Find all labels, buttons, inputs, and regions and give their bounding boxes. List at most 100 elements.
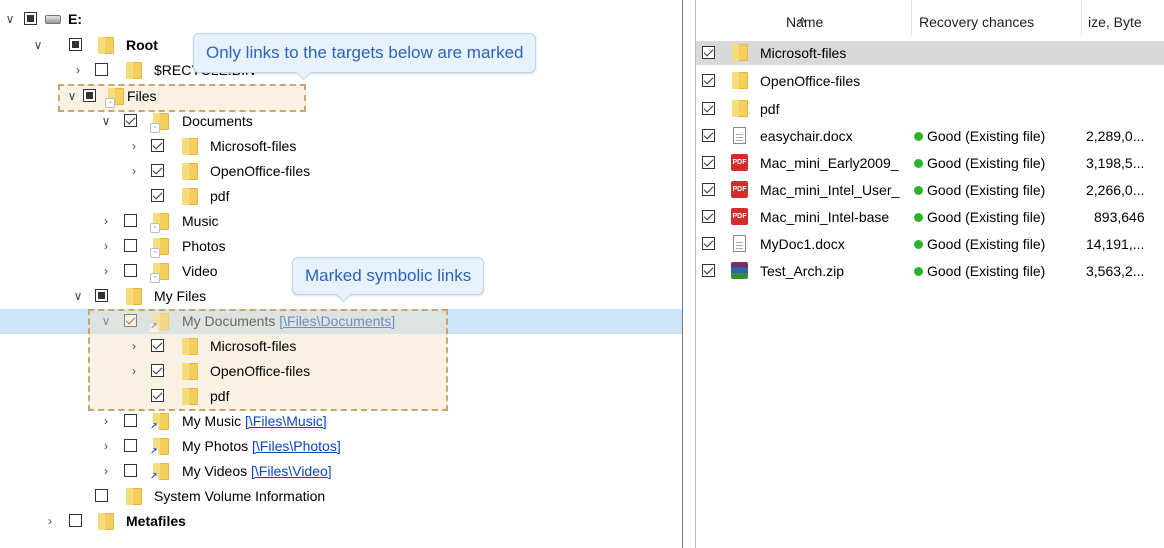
row-checkbox[interactable] — [702, 210, 715, 223]
collapse-chevron-icon[interactable]: ∨ — [72, 290, 84, 302]
expand-chevron-icon[interactable]: › — [100, 215, 112, 227]
tree-node-system-volume[interactable]: System Volume Information — [0, 484, 682, 509]
recovery-text: Good (Existing file) — [927, 209, 1046, 225]
tree-checkbox[interactable] — [95, 63, 108, 76]
tree-node-label: Microsoft-files — [210, 138, 297, 154]
tree-node-openoffice-files-link[interactable]: › OpenOffice-files — [0, 359, 682, 384]
tree-checkbox[interactable] — [151, 189, 164, 202]
tree-checkbox[interactable] — [124, 464, 137, 477]
file-size: 893,646 — [1094, 209, 1145, 225]
tree-node-photos[interactable]: › ◦ Photos — [0, 234, 682, 259]
file-row-folder[interactable]: pdf — [696, 97, 1164, 121]
tree-node-label: My Music [\Files\Music] — [182, 413, 327, 429]
symlink-target-link[interactable]: [\Files\Video] — [251, 463, 332, 479]
tree-node-label: My Files — [154, 288, 207, 304]
tree-node-openoffice-files[interactable]: › OpenOffice-files — [0, 159, 682, 184]
folder-icon — [126, 288, 142, 305]
row-checkbox[interactable] — [702, 46, 715, 59]
file-row-folder[interactable]: Microsoft-files — [696, 41, 1164, 65]
expand-chevron-icon[interactable]: › — [128, 140, 140, 152]
tree-node-my-music[interactable]: › My Music [\Files\Music] — [0, 409, 682, 434]
expand-chevron-icon[interactable]: › — [44, 515, 56, 527]
tree-node-microsoft-files[interactable]: › Microsoft-files — [0, 134, 682, 159]
tree-node-microsoft-files-link[interactable]: › Microsoft-files — [0, 334, 682, 359]
tree-node-files[interactable]: ∨ ◦ Files — [0, 84, 682, 109]
expand-chevron-icon[interactable]: › — [100, 465, 112, 477]
tree-node-pdf[interactable]: pdf — [0, 184, 682, 209]
file-row-folder[interactable]: OpenOffice-files — [696, 69, 1164, 93]
recovery-status: Good (Existing file) — [914, 128, 1080, 144]
tree-checkbox[interactable] — [95, 489, 108, 502]
column-header-size[interactable]: ize, Byte — [1082, 0, 1164, 36]
tree-checkbox[interactable] — [124, 439, 137, 452]
tree-node-label: Photos — [182, 238, 226, 254]
collapse-chevron-icon[interactable]: ∨ — [100, 115, 112, 127]
file-row[interactable]: Test_Arch.zip Good (Existing file) 3,563… — [696, 259, 1164, 283]
tree-node-label: E: — [68, 11, 82, 27]
tree-checkbox[interactable] — [151, 139, 164, 152]
folder-icon — [732, 72, 748, 89]
tree-checkbox[interactable] — [124, 114, 137, 127]
recovery-status: Good (Existing file) — [914, 182, 1080, 198]
row-checkbox[interactable] — [702, 183, 715, 196]
expand-chevron-icon[interactable]: › — [100, 415, 112, 427]
tree-checkbox[interactable] — [124, 414, 137, 427]
row-checkbox[interactable] — [702, 102, 715, 115]
tree-checkbox[interactable] — [151, 389, 164, 402]
tree-node-my-photos[interactable]: › My Photos [\Files\Photos] — [0, 434, 682, 459]
status-good-icon — [914, 186, 923, 195]
file-row[interactable]: easychair.docx Good (Existing file) 2,28… — [696, 124, 1164, 148]
column-header-name[interactable]: ^ Name — [696, 0, 912, 36]
file-name: Microsoft-files — [760, 45, 847, 61]
pane-splitter[interactable] — [682, 0, 696, 548]
column-header-recovery[interactable]: Recovery chances — [912, 0, 1082, 36]
file-row[interactable]: PDF Mac_mini_Intel_User_ Good (Existing … — [696, 178, 1164, 202]
row-checkbox[interactable] — [702, 264, 715, 277]
file-row[interactable]: MyDoc1.docx Good (Existing file) 14,191,… — [696, 232, 1164, 256]
file-name: Mac_mini_Intel-base — [760, 209, 890, 225]
tree-checkbox[interactable] — [151, 364, 164, 377]
tree-node-pdf-link[interactable]: pdf — [0, 384, 682, 409]
collapse-chevron-icon[interactable]: ∨ — [66, 90, 78, 102]
collapse-chevron-icon[interactable]: ∨ — [4, 13, 16, 25]
pdf-icon: PDF — [731, 154, 748, 171]
file-size: 2,289,0... — [1086, 128, 1145, 144]
row-checkbox[interactable] — [702, 74, 715, 87]
expand-chevron-icon[interactable]: › — [100, 240, 112, 252]
tree-node-drive[interactable]: ∨ E: — [0, 7, 682, 32]
folder-icon — [182, 363, 198, 380]
file-row[interactable]: PDF Mac_mini_Intel-base Good (Existing f… — [696, 205, 1164, 229]
expand-chevron-icon[interactable]: › — [128, 165, 140, 177]
tree-checkbox[interactable] — [95, 289, 108, 302]
row-checkbox[interactable] — [702, 129, 715, 142]
tree-node-metafiles[interactable]: › Metafiles — [0, 509, 682, 534]
row-checkbox[interactable] — [702, 237, 715, 250]
file-size: 3,563,2... — [1086, 263, 1145, 279]
expand-chevron-icon[interactable]: › — [128, 340, 140, 352]
tree-checkbox[interactable] — [151, 164, 164, 177]
tree-checkbox[interactable] — [124, 239, 137, 252]
recovery-text: Good (Existing file) — [927, 263, 1046, 279]
tree-node-music[interactable]: › ◦ Music — [0, 209, 682, 234]
tree-checkbox[interactable] — [69, 38, 82, 51]
expand-chevron-icon[interactable]: › — [100, 265, 112, 277]
file-row[interactable]: PDF Mac_mini_Early2009_ Good (Existing f… — [696, 151, 1164, 175]
tree-checkbox[interactable] — [83, 89, 96, 102]
tree-node-my-videos[interactable]: › My Videos [\Files\Video] — [0, 459, 682, 484]
tree-checkbox[interactable] — [151, 339, 164, 352]
symlink-target-link[interactable]: [\Files\Photos] — [252, 438, 341, 454]
expand-chevron-icon[interactable]: › — [100, 440, 112, 452]
tree-node-documents[interactable]: ∨ ◦ Documents — [0, 109, 682, 134]
symlink-target-link[interactable]: [\Files\Music] — [245, 413, 327, 429]
tree-checkbox[interactable] — [124, 264, 137, 277]
tree-checkbox[interactable] — [69, 514, 82, 527]
collapse-chevron-icon[interactable]: ∨ — [32, 39, 44, 51]
tree-checkbox[interactable] — [24, 12, 37, 25]
callout-symlinks: Marked symbolic links — [292, 257, 485, 303]
row-checkbox[interactable] — [702, 156, 715, 169]
document-icon — [733, 235, 746, 252]
expand-chevron-icon[interactable]: › — [128, 365, 140, 377]
tree-checkbox[interactable] — [124, 214, 137, 227]
file-size: 2,266,0... — [1086, 182, 1145, 198]
expand-chevron-icon[interactable]: › — [72, 64, 84, 76]
